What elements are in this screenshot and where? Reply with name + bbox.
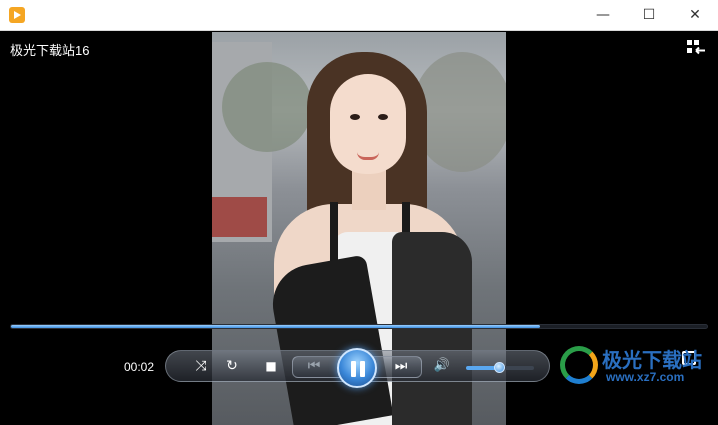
close-button[interactable]: ✕ [672,0,718,31]
background-awning [212,197,267,237]
previous-icon[interactable]: ⏮ [300,356,328,376]
volume-knob[interactable] [494,362,505,373]
repeat-icon[interactable]: ↻ [223,356,241,376]
person-eye [350,114,360,120]
background-tree [222,62,312,152]
pause-button[interactable] [337,348,377,388]
minimize-button[interactable]: — [580,0,626,31]
next-icon[interactable]: ⏭ [387,356,415,376]
seek-bar[interactable] [10,324,708,329]
volume-icon[interactable]: 🔊 [432,356,452,376]
video-title: 极光下载站16 [10,43,90,58]
person-eye [378,114,388,120]
stop-icon[interactable]: ■ [262,356,280,376]
pause-icon [351,361,356,377]
person-neck [352,170,386,210]
playlist-toggle-icon[interactable] [686,39,706,55]
maximize-button[interactable]: ☐ [626,0,672,31]
watermark-logo-icon [560,346,598,384]
seek-progress [11,325,540,328]
pause-icon [360,361,365,377]
watermark-url: www.xz7.com [606,370,685,384]
title-bar: — ☐ ✕ [0,0,718,31]
app-icon [9,7,25,23]
shuffle-icon[interactable]: ⤨ [192,356,210,376]
watermark-brand: 极光下载站 [602,348,702,372]
watermark: 极光下载站 www.xz7.com [560,340,716,390]
elapsed-time: 00:02 [124,360,155,374]
